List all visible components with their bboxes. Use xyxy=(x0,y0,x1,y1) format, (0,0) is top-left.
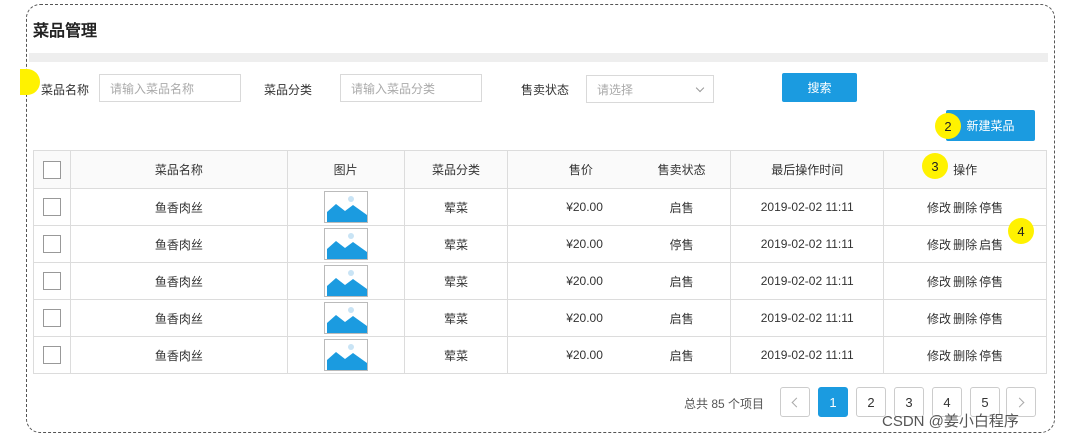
row-select-cell xyxy=(33,225,71,263)
chevron-left-icon xyxy=(791,397,802,407)
header-category: 菜品分类 xyxy=(403,150,509,189)
row-status: 停售 xyxy=(632,225,732,263)
row-image-cell xyxy=(286,225,405,263)
table-row: 鱼香肉丝 荤菜 ¥20.00 启售 2019-02-02 11:11 修改 删除停… xyxy=(33,299,1047,337)
table-row: 鱼香肉丝 荤菜 ¥20.00 启售 2019-02-02 11:11 修改 删除停… xyxy=(33,188,1047,226)
row-select-cell xyxy=(33,299,71,337)
table-row: 鱼香肉丝 荤菜 ¥20.00 停售 2019-02-02 11:11 修改 删除启… xyxy=(33,225,1047,263)
row-category: 荤菜 xyxy=(403,299,509,337)
row-checkbox[interactable] xyxy=(42,272,61,290)
prev-page-button[interactable] xyxy=(780,387,810,417)
row-action-delete[interactable]: 删除 xyxy=(953,349,977,363)
annotation-marker-2: 2 xyxy=(935,113,961,139)
row-dish-name: 鱼香肉丝 xyxy=(69,225,288,263)
row-last-modified: 2019-02-02 11:11 xyxy=(730,225,885,263)
row-category: 荤菜 xyxy=(403,262,509,300)
row-action-toggle-sale[interactable]: 停售 xyxy=(979,349,1003,363)
row-dish-name: 鱼香肉丝 xyxy=(69,188,288,226)
row-status: 启售 xyxy=(632,188,732,226)
row-last-modified: 2019-02-02 11:11 xyxy=(730,188,885,226)
row-price: ¥20.00 xyxy=(507,225,633,263)
row-price: ¥20.00 xyxy=(507,336,633,374)
row-status: 启售 xyxy=(632,336,732,374)
row-action-delete[interactable]: 删除 xyxy=(953,275,977,289)
table-row: 鱼香肉丝 荤菜 ¥20.00 启售 2019-02-02 11:11 修改 删除停… xyxy=(33,336,1047,374)
title-divider xyxy=(29,53,1048,62)
search-button[interactable]: 搜索 xyxy=(782,73,857,102)
row-action-toggle-sale[interactable]: 停售 xyxy=(979,275,1003,289)
row-price: ¥20.00 xyxy=(507,188,633,226)
annotation-marker-4: 4 xyxy=(1008,218,1034,244)
row-select-cell xyxy=(33,262,71,300)
dish-name-label: 菜品名称 xyxy=(41,83,90,97)
table-row: 鱼香肉丝 荤菜 ¥20.00 启售 2019-02-02 11:11 修改 删除停… xyxy=(33,262,1047,300)
dish-category-input[interactable]: 请输入菜品分类 xyxy=(340,74,482,102)
row-checkbox[interactable] xyxy=(42,235,61,253)
select-all-cell xyxy=(33,150,71,189)
row-category: 荤菜 xyxy=(403,188,509,226)
row-image-cell xyxy=(286,188,405,226)
sale-status-label: 售卖状态 xyxy=(521,83,570,97)
row-last-modified: 2019-02-02 11:11 xyxy=(730,299,885,337)
row-select-cell xyxy=(33,188,71,226)
sale-status-placeholder: 请选择 xyxy=(597,82,634,97)
page-title: 菜品管理 xyxy=(33,23,98,40)
row-dish-name: 鱼香肉丝 xyxy=(69,336,288,374)
dish-name-input[interactable]: 请输入菜品名称 xyxy=(99,74,241,102)
row-action-delete[interactable]: 删除 xyxy=(953,238,977,252)
row-image-cell xyxy=(286,336,405,374)
chevron-right-icon xyxy=(1014,397,1025,407)
image-placeholder-icon xyxy=(323,302,368,334)
row-dish-name: 鱼香肉丝 xyxy=(69,262,288,300)
dish-table: 菜品名称 图片 菜品分类 售价 售卖状态 最后操作时间 操作 鱼香肉丝 荤菜 ¥… xyxy=(33,150,1047,374)
header-last-modified: 最后操作时间 xyxy=(730,150,885,189)
image-placeholder-icon xyxy=(323,228,368,260)
row-action-toggle-sale[interactable]: 启售 xyxy=(979,238,1003,252)
row-actions: 修改 删除 停售 xyxy=(883,336,1047,374)
row-image-cell xyxy=(286,262,405,300)
row-price: ¥20.00 xyxy=(507,299,633,337)
row-checkbox[interactable] xyxy=(42,309,61,327)
page-button-1[interactable]: 1 xyxy=(818,387,848,417)
row-action-edit[interactable]: 修改 xyxy=(927,275,951,289)
row-last-modified: 2019-02-02 11:11 xyxy=(730,336,885,374)
image-placeholder-icon xyxy=(323,339,368,371)
row-category: 荤菜 xyxy=(403,225,509,263)
select-all-checkbox[interactable] xyxy=(42,160,61,179)
row-actions: 修改 删除 停售 xyxy=(883,299,1047,337)
header-dish-name: 菜品名称 xyxy=(69,150,288,189)
row-action-delete[interactable]: 删除 xyxy=(953,201,977,215)
sale-status-select[interactable]: 请选择 xyxy=(586,75,714,103)
row-action-toggle-sale[interactable]: 停售 xyxy=(979,312,1003,326)
pagination-total: 总共 85 个项目 xyxy=(684,397,765,411)
row-category: 荤菜 xyxy=(403,336,509,374)
row-checkbox[interactable] xyxy=(42,346,61,364)
annotation-marker-3: 3 xyxy=(922,153,948,179)
chevron-down-icon xyxy=(695,83,705,92)
dish-category-label: 菜品分类 xyxy=(264,83,313,97)
row-action-edit[interactable]: 修改 xyxy=(927,312,951,326)
row-action-toggle-sale[interactable]: 停售 xyxy=(979,201,1003,215)
row-status: 启售 xyxy=(632,262,732,300)
row-actions: 修改 删除 停售 xyxy=(883,262,1047,300)
header-status: 售卖状态 xyxy=(632,150,732,189)
row-checkbox[interactable] xyxy=(42,198,61,216)
header-price: 售价 xyxy=(507,150,633,189)
table-header-row: 菜品名称 图片 菜品分类 售价 售卖状态 最后操作时间 操作 xyxy=(33,150,1047,189)
row-dish-name: 鱼香肉丝 xyxy=(69,299,288,337)
row-select-cell xyxy=(33,336,71,374)
row-action-delete[interactable]: 删除 xyxy=(953,312,977,326)
row-image-cell xyxy=(286,299,405,337)
row-last-modified: 2019-02-02 11:11 xyxy=(730,262,885,300)
image-placeholder-icon xyxy=(323,191,368,223)
row-price: ¥20.00 xyxy=(507,262,633,300)
image-placeholder-icon xyxy=(323,265,368,297)
row-status: 启售 xyxy=(632,299,732,337)
row-action-edit[interactable]: 修改 xyxy=(927,238,951,252)
header-actions: 操作 xyxy=(883,150,1047,189)
csdn-watermark: CSDN @姜小白程序 xyxy=(882,413,1019,430)
row-action-edit[interactable]: 修改 xyxy=(927,201,951,215)
header-image: 图片 xyxy=(286,150,405,189)
row-action-edit[interactable]: 修改 xyxy=(927,349,951,363)
